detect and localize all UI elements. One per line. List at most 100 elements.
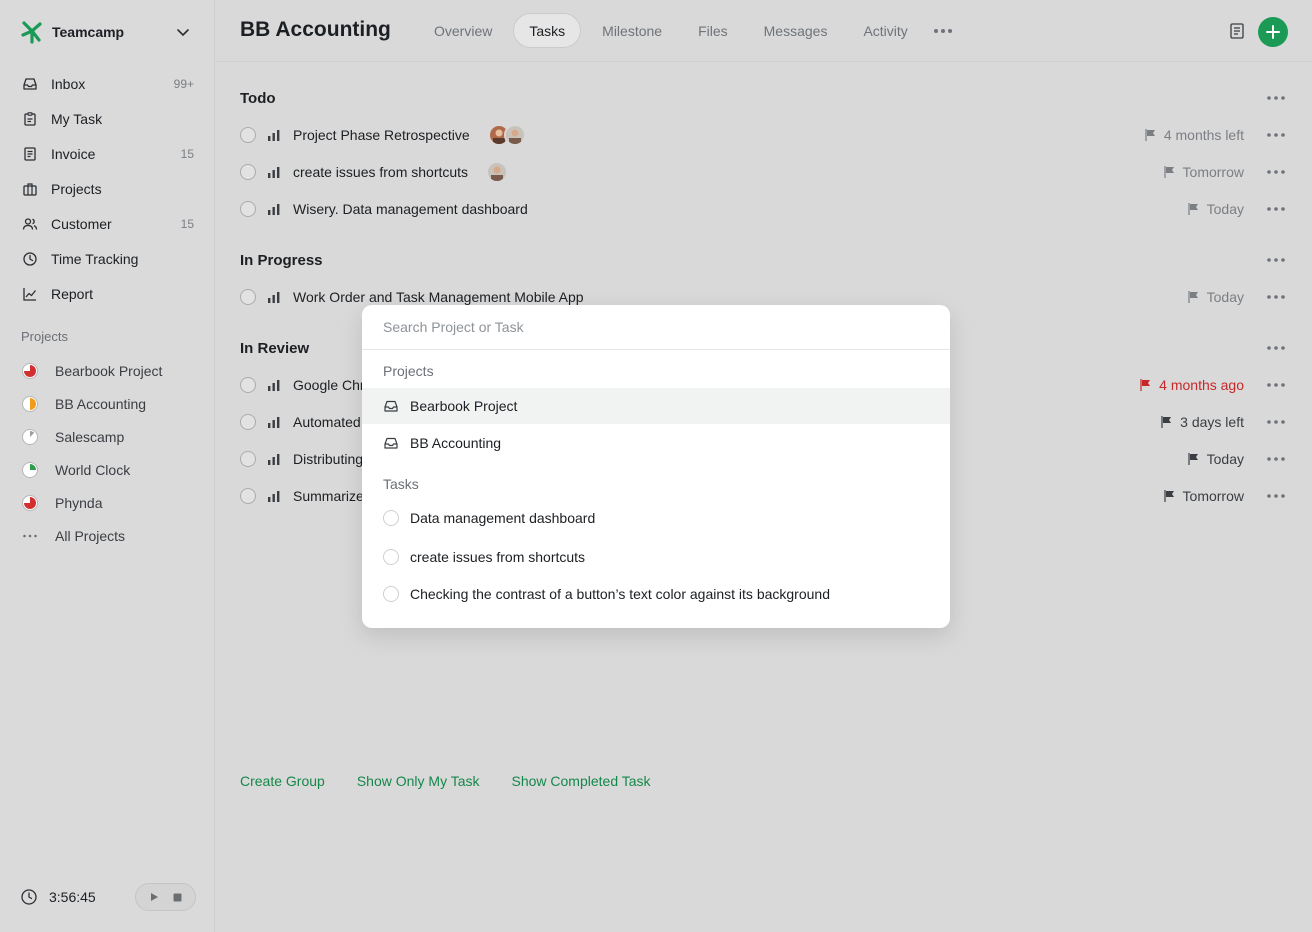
popup-item-label: BB Accounting — [410, 435, 502, 451]
task-name: Google Chr — [293, 377, 365, 393]
stop-button[interactable] — [169, 889, 185, 905]
create-group-link[interactable]: Create Group — [240, 773, 325, 789]
task-checkbox[interactable] — [240, 414, 256, 430]
customer-count-badge: 15 — [180, 216, 194, 231]
sidebar: Teamcamp Inbox 99+ My Task Invoice 15 Pr… — [0, 0, 215, 932]
task-more-button[interactable] — [1266, 486, 1286, 506]
more-dots-icon — [1267, 295, 1285, 299]
chart-line-icon — [23, 287, 37, 301]
more-dots-icon — [1267, 96, 1285, 100]
flag-icon — [1163, 490, 1174, 502]
tab-milestone[interactable]: Milestone — [587, 13, 677, 48]
task-name: Automated — [293, 414, 361, 430]
assignee-avatars — [486, 161, 509, 183]
users-icon — [22, 217, 38, 230]
workspace-switcher[interactable]: Teamcamp — [20, 20, 195, 44]
task-checkbox[interactable] — [240, 289, 256, 305]
task-more-button[interactable] — [1266, 412, 1286, 432]
task-checkbox[interactable] — [240, 127, 256, 143]
page-title: BB Accounting — [240, 18, 391, 41]
time-tracker: 3:56:45 — [20, 882, 196, 912]
task-name: Distributing — [293, 451, 364, 467]
priority-bars-icon — [268, 167, 280, 178]
sidebar-project-bearbook[interactable]: Bearbook Project — [14, 354, 202, 387]
sidebar-project-bb-accounting[interactable]: BB Accounting — [14, 387, 202, 420]
task-more-button[interactable] — [1266, 199, 1286, 219]
briefcase-icon — [23, 182, 37, 196]
sidebar-project-world-clock[interactable]: World Clock — [14, 453, 202, 486]
document-list-icon[interactable] — [1228, 22, 1246, 40]
sidebar-item-inbox[interactable]: Inbox 99+ — [14, 66, 202, 101]
due-date: Today — [1187, 289, 1244, 305]
group-more-button[interactable] — [1266, 88, 1286, 108]
more-dots-icon — [1267, 133, 1285, 137]
chevron-down-icon — [177, 29, 189, 37]
popup-task-item[interactable]: create issues from shortcuts — [362, 539, 950, 575]
task-more-button[interactable] — [1266, 125, 1286, 145]
sidebar-all-projects[interactable]: All Projects — [14, 519, 202, 552]
task-checkbox — [383, 549, 399, 565]
task-row[interactable]: create issues from shortcuts Tomorrow — [240, 154, 1286, 190]
sidebar-item-invoice[interactable]: Invoice 15 — [14, 136, 202, 171]
tabs-more-button[interactable] — [931, 19, 955, 43]
teamcamp-logo-icon — [21, 21, 42, 44]
popup-tasks-title: Tasks — [383, 476, 419, 492]
sidebar-item-my-task[interactable]: My Task — [14, 101, 202, 136]
tab-activity[interactable]: Activity — [848, 13, 922, 48]
assignee-avatars — [487, 124, 526, 146]
priority-bars-icon — [268, 417, 280, 428]
popup-projects-title: Projects — [383, 363, 434, 379]
popup-project-item[interactable]: BB Accounting — [362, 425, 950, 461]
popup-project-item[interactable]: Bearbook Project — [362, 388, 950, 424]
flag-icon — [1188, 291, 1198, 303]
task-name: Wisery. Data management dashboard — [293, 201, 528, 217]
search-input[interactable] — [362, 305, 950, 350]
task-row[interactable]: Project Phase Retrospective 4 months lef… — [240, 117, 1286, 153]
task-row[interactable]: Wisery. Data management dashboard Today — [240, 191, 1286, 227]
add-button[interactable] — [1258, 17, 1288, 47]
tab-tasks[interactable]: Tasks — [513, 13, 582, 48]
more-dots-icon — [1267, 457, 1285, 461]
sidebar-project-salescamp[interactable]: Salescamp — [14, 420, 202, 453]
tab-files[interactable]: Files — [683, 13, 743, 48]
group-more-button[interactable] — [1266, 338, 1286, 358]
task-checkbox[interactable] — [240, 377, 256, 393]
tab-overview[interactable]: Overview — [419, 13, 507, 48]
popup-task-item[interactable]: Checking the contrast of a button’s text… — [362, 576, 950, 612]
task-name: Project Phase Retrospective — [293, 127, 470, 143]
plus-icon — [1266, 25, 1280, 39]
clock-icon — [21, 889, 37, 905]
show-only-my-task-link[interactable]: Show Only My Task — [357, 773, 480, 789]
tab-messages[interactable]: Messages — [749, 13, 843, 48]
task-footer-links: Create Group Show Only My Task Show Comp… — [240, 773, 683, 789]
task-more-button[interactable] — [1266, 287, 1286, 307]
sidebar-item-projects[interactable]: Projects — [14, 171, 202, 206]
sidebar-item-time-tracking[interactable]: Time Tracking — [14, 241, 202, 276]
priority-bars-icon — [268, 380, 280, 391]
task-more-button[interactable] — [1266, 375, 1286, 395]
sidebar-project-label: Phynda — [55, 494, 103, 511]
task-checkbox[interactable] — [240, 451, 256, 467]
task-checkbox[interactable] — [240, 164, 256, 180]
flag-icon — [1188, 453, 1198, 465]
invoice-icon — [24, 146, 36, 161]
sidebar-project-label: All Projects — [55, 527, 126, 544]
group-more-button[interactable] — [1266, 250, 1286, 270]
show-completed-task-link[interactable]: Show Completed Task — [512, 773, 651, 789]
task-checkbox[interactable] — [240, 488, 256, 504]
project-progress-icon — [22, 428, 38, 445]
sidebar-nav: Inbox 99+ My Task Invoice 15 Projects Cu… — [14, 66, 202, 311]
sidebar-item-report[interactable]: Report — [14, 276, 202, 311]
task-more-button[interactable] — [1266, 162, 1286, 182]
group-title-todo: Todo — [240, 90, 276, 107]
task-more-button[interactable] — [1266, 449, 1286, 469]
sidebar-project-label: Bearbook Project — [55, 362, 163, 379]
play-button[interactable] — [146, 889, 162, 905]
sidebar-item-customer[interactable]: Customer 15 — [14, 206, 202, 241]
sidebar-project-label: Salescamp — [55, 428, 125, 445]
task-checkbox[interactable] — [240, 201, 256, 217]
more-dots-icon — [1267, 346, 1285, 350]
task-name: create issues from shortcuts — [293, 164, 469, 180]
sidebar-project-phynda[interactable]: Phynda — [14, 486, 202, 519]
popup-task-item[interactable]: Data management dashboard — [362, 500, 950, 536]
